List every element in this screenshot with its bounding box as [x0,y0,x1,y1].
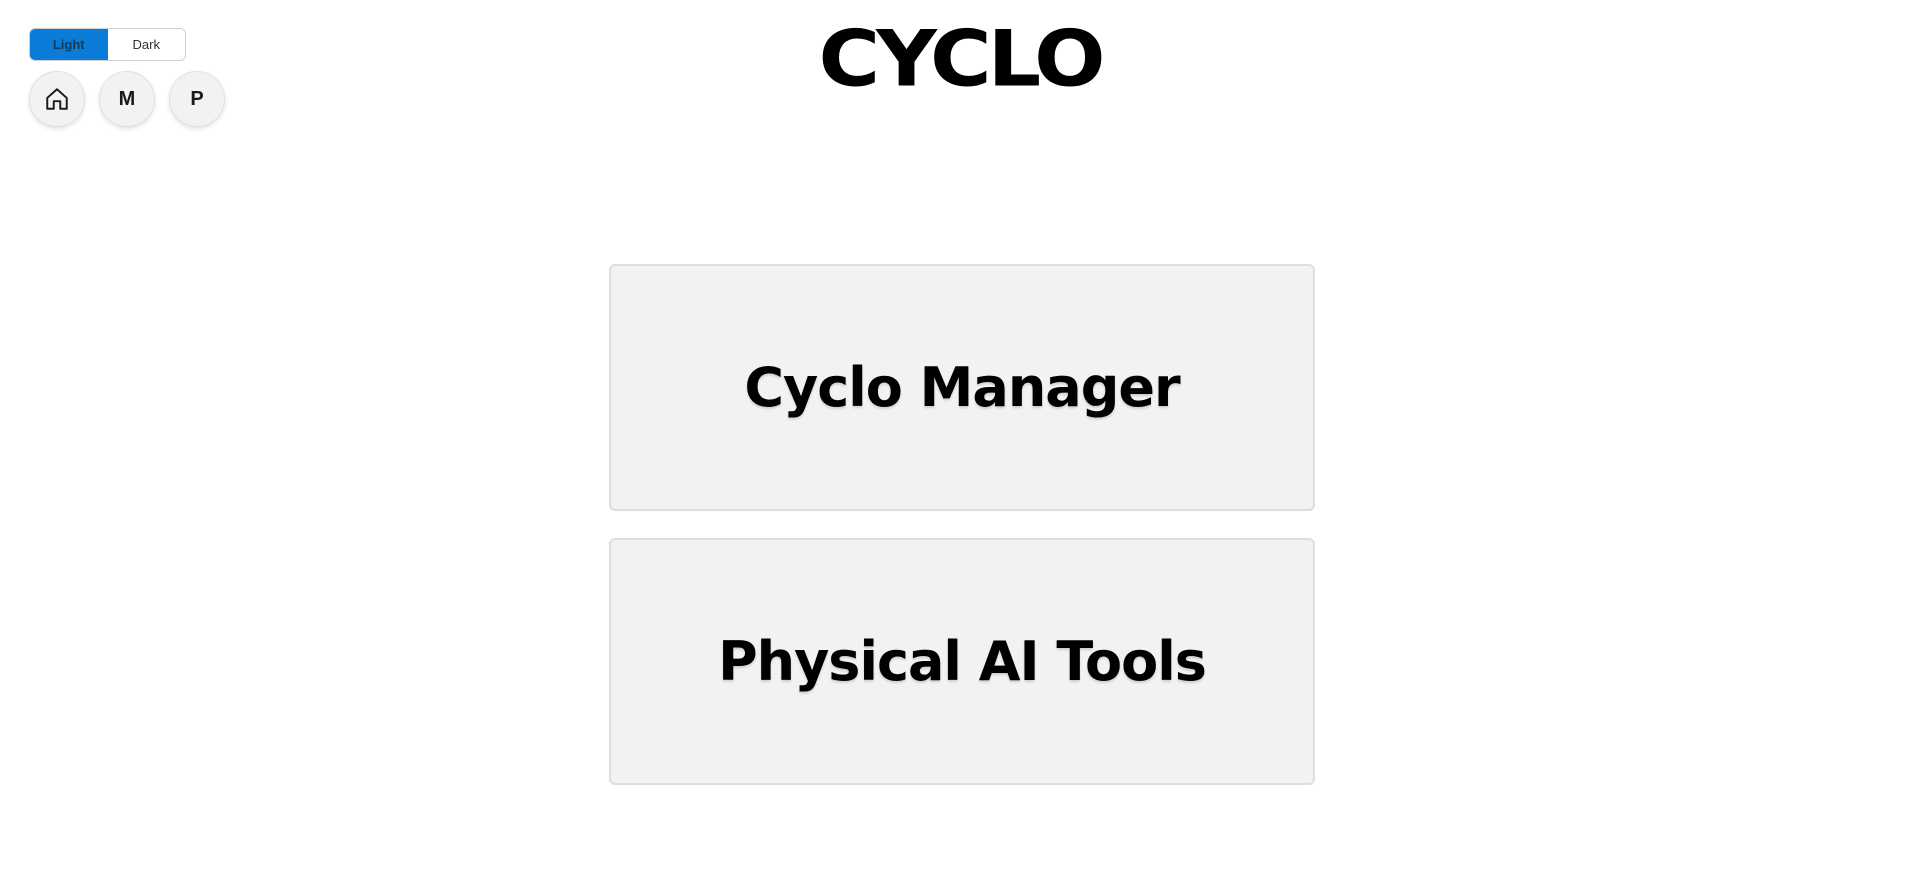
physical-ai-shortcut-label: P [190,87,204,110]
manager-shortcut-button[interactable]: M [99,71,155,127]
theme-light-button[interactable]: Light [30,29,108,60]
theme-toggle: Light Dark [29,28,186,61]
physical-ai-shortcut-button[interactable]: P [169,71,225,127]
home-icon [46,88,68,110]
home-button[interactable] [29,71,85,127]
theme-dark-label: Dark [132,37,160,52]
physical-ai-tools-card[interactable]: Physical AI Tools [609,538,1315,785]
circle-nav: M P [29,71,225,127]
manager-shortcut-label: M [118,87,136,110]
physical-ai-tools-title: Physical AI Tools [718,630,1207,693]
page: Light Dark M P CYCLO Cyclo Manager Physi… [0,0,1905,890]
cyclo-manager-title: Cyclo Manager [744,356,1180,419]
logo: CYCLO [818,13,1105,105]
cyclo-manager-card[interactable]: Cyclo Manager [609,264,1315,511]
logo-text: CYCLO [818,13,1105,105]
theme-dark-button[interactable]: Dark [107,29,185,60]
theme-light-label: Light [52,37,85,52]
